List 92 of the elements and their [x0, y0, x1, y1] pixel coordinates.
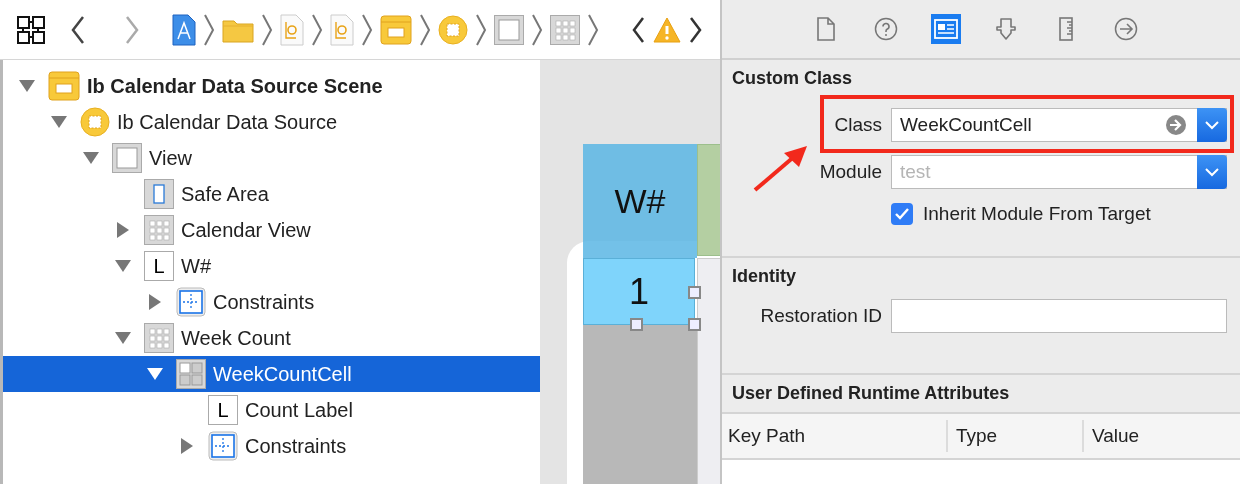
disclosure-down-icon[interactable] [114, 331, 132, 345]
section-title: User Defined Runtime Attributes [732, 383, 1011, 404]
header-label[interactable]: W# [583, 144, 697, 258]
checkbox[interactable] [891, 203, 913, 225]
connections-icon [1114, 17, 1138, 41]
outline-row[interactable]: View [3, 140, 540, 176]
chevron-icon [475, 12, 487, 47]
disclosure-right-icon[interactable] [180, 437, 194, 455]
outline-row[interactable]: Week Count [3, 320, 540, 356]
forward-button[interactable] [124, 14, 140, 45]
section-title: Identity [732, 266, 797, 287]
outline-label: Safe Area [181, 182, 269, 206]
disclosure-right-icon[interactable] [116, 221, 130, 239]
outline-row[interactable]: L Count Label [3, 392, 540, 428]
disclosure-down-icon[interactable] [114, 259, 132, 273]
checkbox-label: Inherit Module From Target [923, 203, 1151, 225]
document-icon[interactable] [280, 13, 304, 46]
outline-label: WeekCountCell [213, 362, 352, 386]
resize-handle[interactable] [630, 318, 643, 331]
outline-label: Week Count [181, 326, 291, 350]
chevron-icon [419, 12, 431, 47]
disclosure-down-icon[interactable] [146, 367, 164, 381]
checkmark-icon [895, 208, 909, 220]
chevron-icon [587, 12, 599, 47]
grid-icon [144, 215, 174, 245]
safe-area-icon [144, 179, 174, 209]
cell-icon [176, 359, 206, 389]
disclosure-right-icon[interactable] [148, 293, 162, 311]
outline-row[interactable]: Ib Calendar Data Source Scene [3, 68, 540, 104]
chevron-icon [203, 12, 215, 47]
identity-icon [934, 17, 958, 41]
label-icon: L [208, 395, 238, 425]
chevron-icon [531, 12, 543, 47]
column-header[interactable]: Key Path [722, 420, 946, 452]
resize-handle[interactable] [688, 286, 701, 299]
outline-label: Ib Calendar Data Source [117, 110, 338, 134]
disclosure-down-icon[interactable] [82, 151, 100, 165]
document-icon[interactable] [330, 13, 354, 46]
view-icon [112, 143, 142, 173]
class-combo-box[interactable]: WeekCountCell [891, 108, 1227, 142]
warning-icon[interactable] [653, 16, 681, 43]
object-icon [80, 107, 110, 137]
outline-label: Calendar View [181, 218, 311, 242]
outline-label: Ib Calendar Data Source Scene [87, 74, 383, 98]
outline-row[interactable]: Ib Calendar Data Source [3, 104, 540, 140]
outline-label: Constraints [213, 290, 315, 314]
column-header[interactable]: Value [1082, 420, 1240, 452]
label-icon: L [144, 251, 174, 281]
chevron-down-icon[interactable] [1205, 167, 1219, 177]
field-label: Module [818, 161, 882, 183]
outline-label: Count Label [245, 398, 353, 422]
constraints-icon [208, 431, 238, 461]
grid-icon [144, 323, 174, 353]
restoration-id-field[interactable] [891, 299, 1227, 333]
arrow-circle-icon[interactable] [1165, 114, 1187, 136]
outline-row[interactable]: L W# [3, 248, 540, 284]
chevron-icon [261, 12, 273, 47]
outline-row[interactable]: Safe Area [3, 176, 540, 212]
blueprint-document-icon[interactable] [172, 13, 196, 46]
outline-row[interactable]: Constraints [3, 428, 540, 464]
outline-label: W# [181, 254, 211, 278]
chevron-icon [311, 12, 323, 47]
grid-icon[interactable] [550, 14, 580, 45]
column-header[interactable]: Type [946, 420, 1082, 452]
disclosure-down-icon[interactable] [18, 79, 36, 93]
annotation-arrow [752, 143, 810, 193]
view-icon[interactable] [494, 14, 524, 45]
field-label: Class [833, 114, 882, 136]
outline-row[interactable]: Constraints [3, 284, 540, 320]
constraints-icon [176, 287, 206, 317]
help-icon [874, 17, 898, 41]
chevron-down-icon[interactable] [1205, 120, 1219, 130]
chevron-icon [361, 12, 373, 47]
selected-cell[interactable]: 1 [583, 258, 695, 325]
attributes-icon [994, 17, 1018, 41]
resize-handle[interactable] [688, 318, 701, 331]
disclosure-down-icon[interactable] [50, 115, 68, 129]
field-label: Restoration ID [759, 305, 882, 327]
outline-row[interactable]: Calendar View [3, 212, 540, 248]
file-icon [814, 17, 838, 41]
back-button[interactable] [70, 14, 86, 45]
identity-tab[interactable] [931, 14, 961, 44]
section-title: Custom Class [732, 68, 854, 89]
related-items-grid-icon[interactable] [16, 14, 46, 45]
chevron-right-icon[interactable] [689, 15, 703, 44]
outline-label: Constraints [245, 434, 347, 458]
outline-label: View [149, 146, 192, 170]
chevron-left-icon [70, 14, 86, 45]
chevron-right-icon [124, 14, 140, 45]
chevron-left-icon[interactable] [631, 15, 645, 44]
scene-icon [48, 71, 80, 101]
outline-row[interactable]: WeekCountCell [3, 356, 540, 392]
